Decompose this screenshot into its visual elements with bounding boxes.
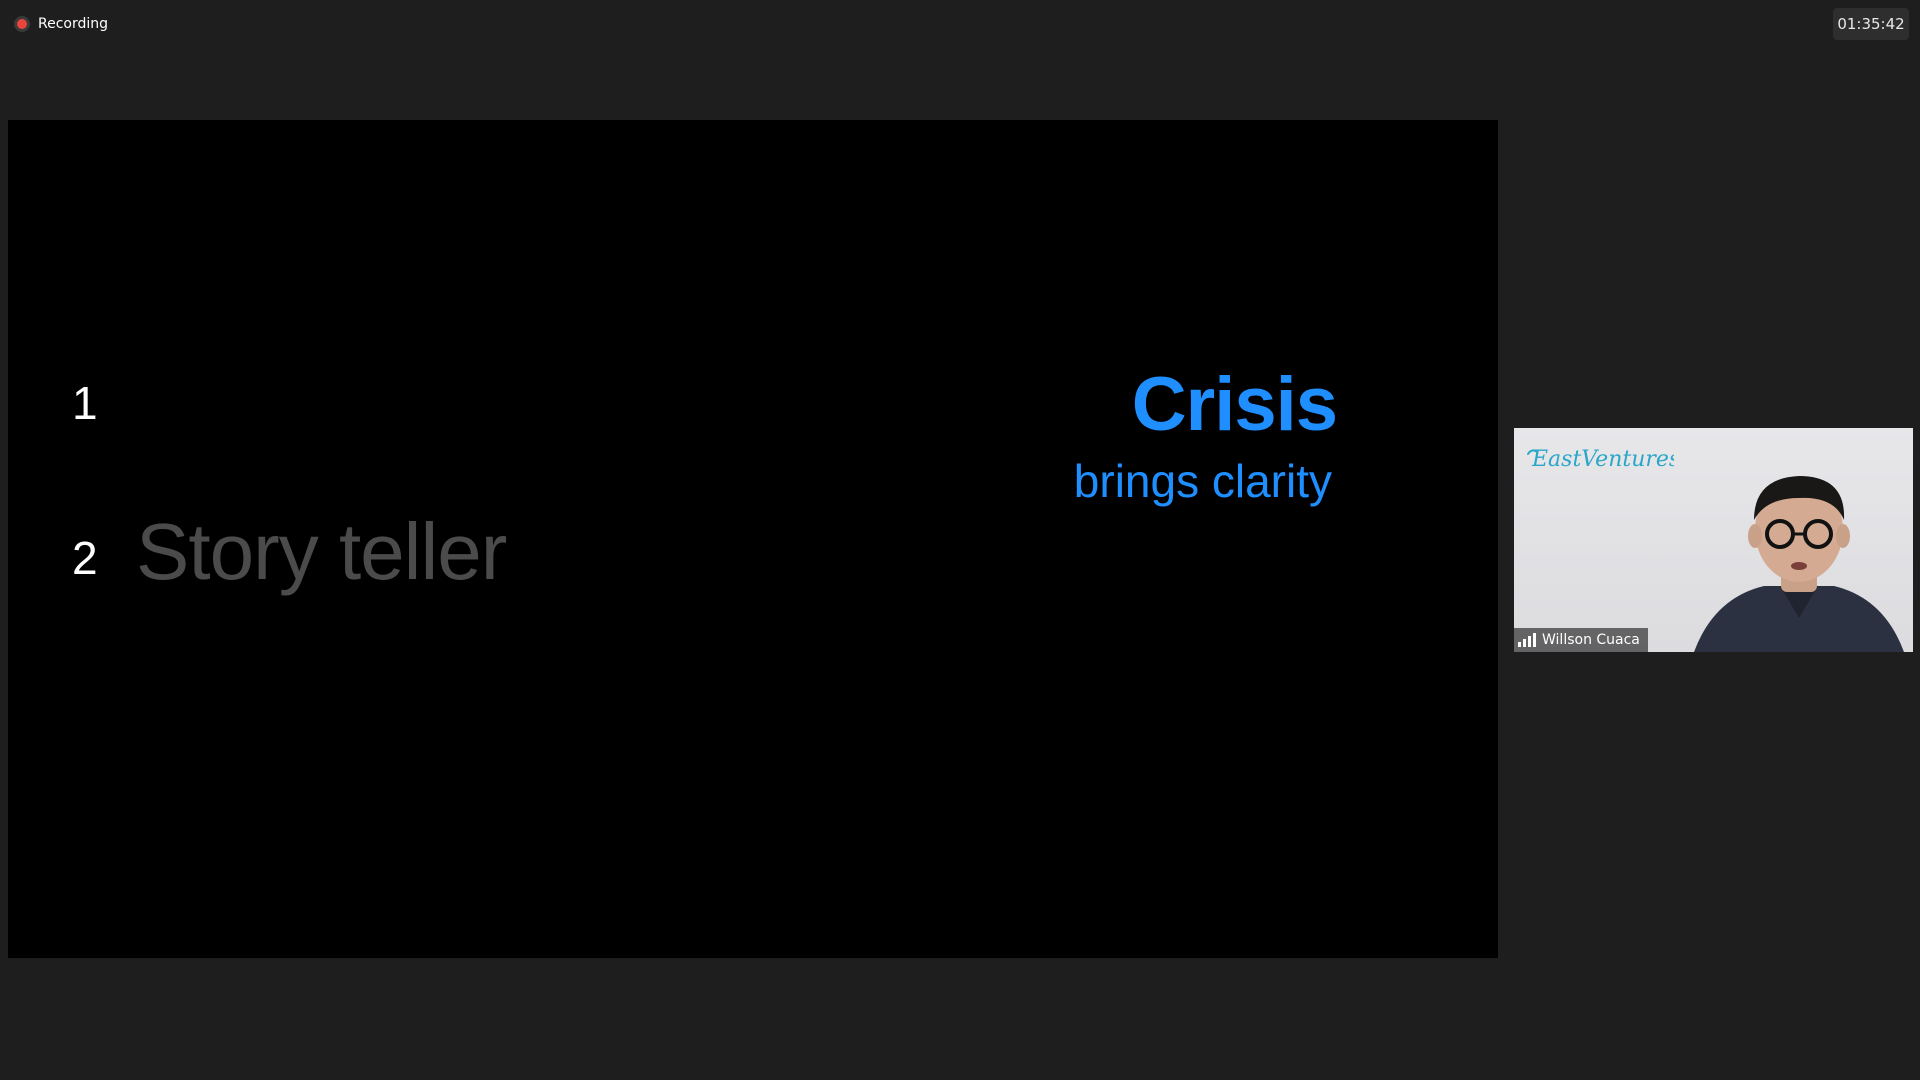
participant-name: Willson Cuaca xyxy=(1542,632,1640,648)
slide-headline: Crisis xyxy=(1131,362,1338,447)
record-icon xyxy=(14,16,30,32)
slide-item-text-2: Story teller xyxy=(136,507,507,596)
meeting-timer: 01:35:42 xyxy=(1833,8,1909,40)
slide-item-number-1: 1 xyxy=(72,377,98,429)
east-ventures-logo: EastVentures xyxy=(1527,447,1674,472)
participant-video-tile[interactable]: EastVentures Willson Cuaca xyxy=(1514,428,1913,652)
recording-label: Recording xyxy=(38,16,109,32)
record-dot xyxy=(17,19,27,29)
participant-video-feed xyxy=(1694,476,1904,652)
slide-item-number-2: 2 xyxy=(72,532,98,584)
recording-indicator[interactable]: Recording xyxy=(14,14,108,34)
meeting-window: Recording 01:35:42 1 2 Story teller Cris… xyxy=(0,0,1920,1080)
participant-name-tag: Willson Cuaca xyxy=(1514,628,1648,652)
signal-strength-icon xyxy=(1518,633,1536,647)
shared-screen[interactable]: 1 2 Story teller Crisis brings clarity xyxy=(8,120,1498,958)
slide-subheadline: brings clarity xyxy=(1073,455,1332,507)
logo-text: EastVentures xyxy=(1531,447,1674,472)
